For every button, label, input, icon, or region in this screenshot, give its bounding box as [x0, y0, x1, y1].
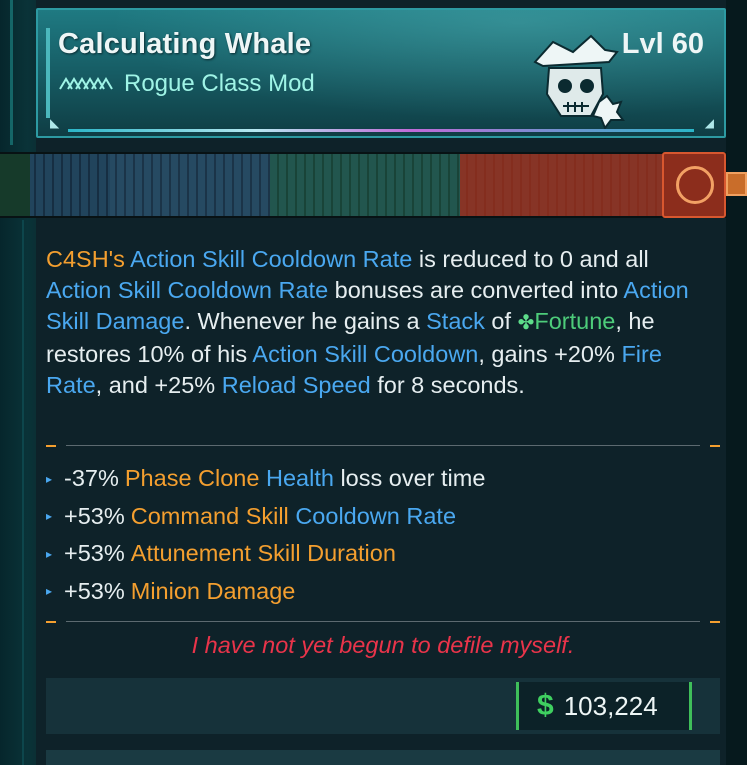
stat-value: +53% — [64, 502, 125, 529]
stat-value: +53% — [64, 540, 125, 567]
character-name: C4SH's — [46, 246, 125, 272]
chevron-stripes-icon — [59, 77, 113, 90]
desc-text: is reduced to 0 and all — [412, 246, 649, 272]
desc-text: of — [484, 308, 518, 334]
stat-keyword-blue: Health — [265, 465, 334, 492]
item-level: Lvl 60 — [621, 28, 704, 60]
item-header: Calculating Whale Rogue Class Mod Lvl 60… — [36, 8, 726, 138]
stat-keyword-blue: Cooldown Rate — [295, 502, 457, 529]
dollar-icon: $ — [537, 689, 554, 722]
price-row: $ 103,224 — [46, 678, 720, 734]
keyword-reload-speed: Reload Speed — [221, 372, 371, 398]
stat-row: ▸ +53% Attunement Skill Duration — [46, 535, 720, 573]
tier-stripe-tail — [726, 172, 747, 196]
keyword-stack: Stack — [426, 308, 485, 334]
stat-value: -37% — [64, 465, 119, 492]
bullet-arrow-icon: ▸ — [46, 546, 53, 561]
keyword-action-skill-cooldown-rate: Action Skill Cooldown Rate — [46, 277, 329, 303]
desc-text: , gains +20% — [478, 341, 622, 367]
desc-text: for 8 seconds. — [370, 372, 525, 398]
skull-hat-icon — [533, 34, 625, 131]
keyword-action-skill-cooldown-rate: Action Skill Cooldown Rate — [130, 246, 413, 272]
section-divider — [46, 618, 720, 628]
stat-keyword: Attunement Skill Duration — [130, 540, 396, 567]
stat-text: loss over time — [340, 465, 486, 492]
keyword-fortune: Fortune — [534, 308, 616, 334]
background-panel-right — [724, 0, 747, 765]
stat-keyword: Phase Clone — [124, 465, 260, 492]
tier-badge — [662, 152, 726, 218]
bullet-arrow-icon: ▸ — [46, 471, 53, 486]
tier-stripe — [0, 152, 727, 218]
section-divider — [46, 442, 720, 452]
bullet-arrow-icon: ▸ — [46, 509, 53, 524]
stat-row: ▸ +53% Command Skill Cooldown Rate — [46, 498, 720, 536]
clover-icon: ✤ — [517, 312, 535, 334]
stat-row: ▸ +53% Minion Damage — [46, 573, 720, 611]
stat-keyword: Minion Damage — [130, 577, 296, 604]
price-amount: 103,224 — [563, 690, 658, 721]
item-description: C4SH's Action Skill Cooldown Rate is red… — [46, 244, 716, 401]
flavor-text: I have not yet begun to defile myself. — [191, 632, 575, 658]
stat-row: ▸ -37% Phase Clone Health loss over time — [46, 460, 720, 498]
price-box: $ 103,224 — [516, 682, 692, 730]
stat-value: +53% — [64, 577, 125, 604]
keyword-action-skill-cooldown: Action Skill Cooldown — [252, 341, 479, 367]
stat-list: ▸ -37% Phase Clone Health loss over time… — [46, 460, 720, 610]
item-name: Calculating Whale — [58, 28, 312, 60]
item-type: Rogue Class Mod — [124, 70, 315, 97]
desc-text: . Whenever he gains a — [184, 308, 427, 334]
desc-text: bonuses are converted into — [328, 277, 624, 303]
bullet-arrow-icon: ▸ — [46, 584, 53, 599]
action-bar — [46, 750, 720, 765]
desc-text: , and +25% — [95, 372, 222, 398]
stat-keyword: Command Skill — [130, 502, 289, 529]
